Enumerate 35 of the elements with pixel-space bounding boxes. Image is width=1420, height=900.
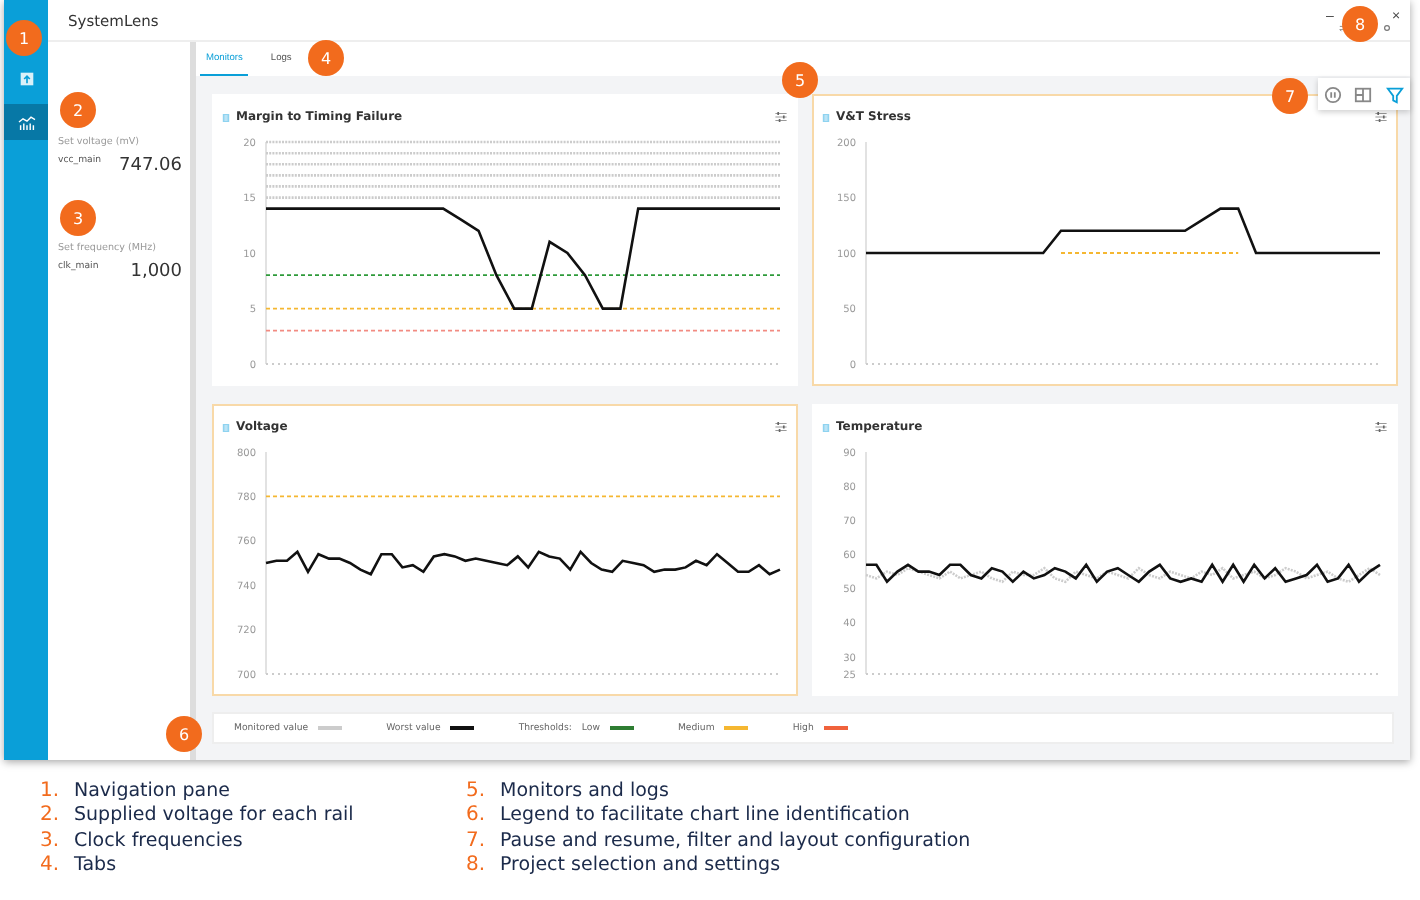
caption-number: 3.	[40, 829, 62, 852]
chart-badge-icon	[222, 111, 230, 123]
chart-icon	[17, 114, 35, 130]
pause-button[interactable]	[1324, 85, 1343, 103]
settings-icon	[774, 420, 788, 434]
pause-icon	[1324, 85, 1343, 103]
caption-text: Project selection and settings	[500, 854, 781, 877]
upload-icon	[19, 71, 33, 85]
caption-number: 6.	[466, 804, 488, 827]
caption-text: Clock frequencies	[74, 829, 243, 852]
layout-button[interactable]	[1354, 85, 1373, 103]
caption-number: 1.	[40, 779, 62, 802]
chart-badge-icon	[822, 111, 830, 123]
caption-text: Navigation pane	[74, 779, 230, 802]
caption-number: 8.	[466, 854, 488, 877]
readout-value: 1,000	[130, 262, 182, 282]
settings-icon	[774, 110, 788, 124]
layout-icon	[1354, 85, 1373, 103]
nav-item[interactable]	[4, 104, 48, 140]
caption-text: Pause and resume, filter and layout configuration	[500, 829, 971, 852]
settings-icon	[1374, 110, 1388, 124]
caption-number: 5.	[466, 779, 488, 802]
caption-text: Legend to facilitate chart line identification	[500, 804, 910, 827]
chart-badge-icon	[822, 421, 830, 433]
caption-number: 4.	[40, 854, 62, 877]
caption-text: Supplied voltage for each rail	[74, 804, 354, 827]
filter-button[interactable]	[1385, 85, 1404, 103]
caption-number: 2.	[40, 804, 62, 827]
caption-text: Monitors and logs	[500, 779, 669, 802]
filter-icon	[1385, 85, 1404, 103]
chart-badge-icon	[222, 421, 230, 433]
settings-icon	[1374, 420, 1388, 434]
caption-text: Tabs	[74, 854, 117, 877]
caption-number: 7.	[466, 829, 488, 852]
readout-value: 747.06	[119, 156, 182, 176]
